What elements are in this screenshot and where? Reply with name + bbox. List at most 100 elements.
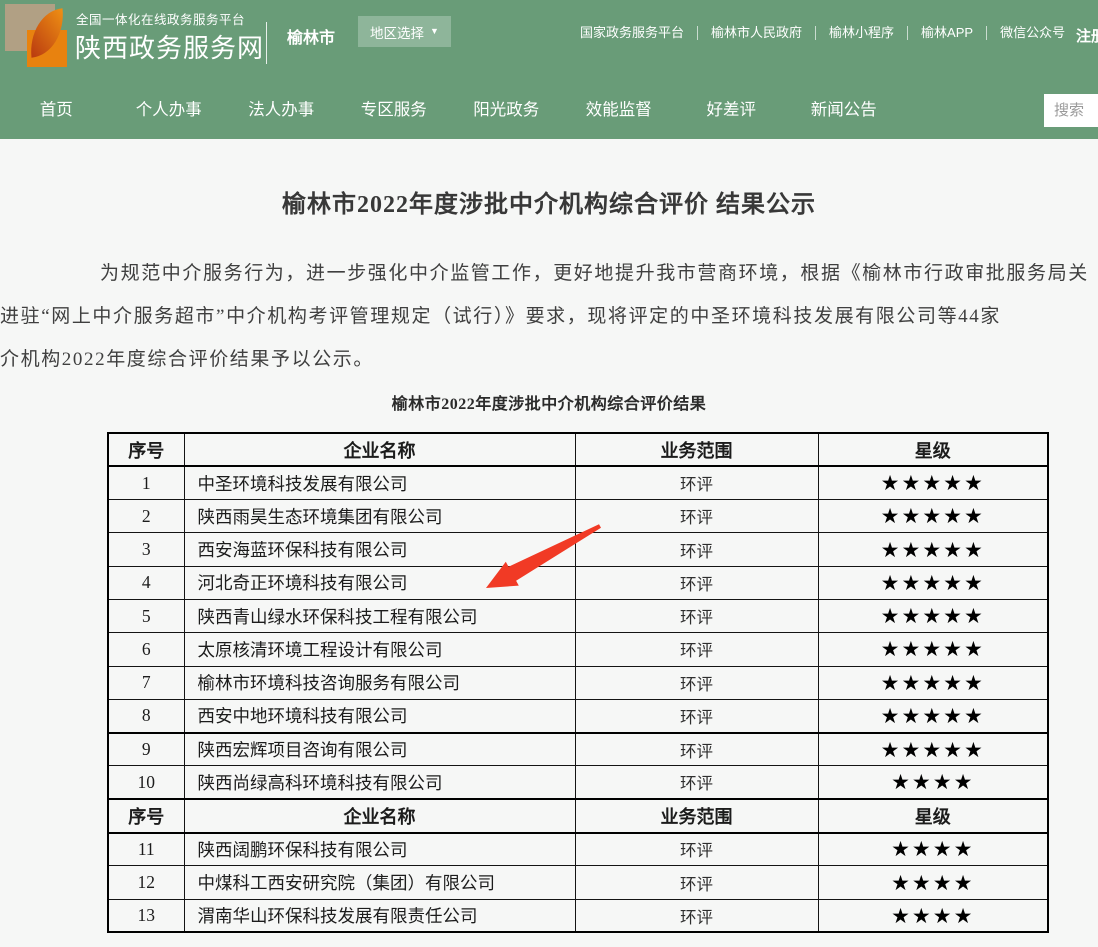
row-number-cell: 11	[108, 833, 184, 866]
star-rating-cell: ★★★★★	[818, 733, 1048, 766]
table-header-row: 序号企业名称业务范围星级	[108, 433, 1048, 466]
nav-item-2[interactable]: 个人办事	[113, 82, 226, 139]
table-row: 4河北奇正环境科技有限公司环评★★★★★	[108, 566, 1048, 599]
row-number-cell: 5	[108, 599, 184, 632]
business-scope-cell: 环评	[575, 699, 818, 732]
header-quick-link[interactable]: 国家政务服务平台	[567, 26, 698, 40]
current-city-label: 榆林市	[287, 24, 335, 48]
nav-item-3[interactable]: 法人办事	[225, 82, 338, 139]
star-rating-cell: ★★★★	[818, 766, 1048, 799]
business-scope-cell: 环评	[575, 866, 818, 899]
header-divider	[266, 22, 267, 64]
column-header: 业务范围	[575, 433, 818, 466]
site-logo-icon[interactable]	[5, 4, 73, 72]
column-header: 星级	[818, 433, 1048, 466]
table-row: 13渭南华山环保科技发展有限责任公司环评★★★★	[108, 899, 1048, 932]
business-scope-cell: 环评	[575, 733, 818, 766]
company-name-cell: 太原核清环境工程设计有限公司	[184, 633, 575, 666]
nav-item-4[interactable]: 专区服务	[338, 82, 451, 139]
region-selector-label: 地区选择	[370, 22, 424, 42]
row-number-cell: 8	[108, 699, 184, 732]
company-name-cell: 榆林市环境科技咨询服务有限公司	[184, 666, 575, 699]
business-scope-cell: 环评	[575, 766, 818, 799]
row-number-cell: 4	[108, 566, 184, 599]
column-header: 序号	[108, 433, 184, 466]
nav-item-1[interactable]: 首页	[0, 82, 113, 139]
paragraph-line: 进驻“网上中介服务超市”中介机构考评管理规定（试行）》要求，现将评定的中圣环境科…	[0, 295, 1098, 338]
register-link[interactable]: 注册	[1076, 25, 1098, 46]
company-name-cell: 陕西宏辉项目咨询有限公司	[184, 733, 575, 766]
company-name-cell: 陕西阔鹏环保科技有限公司	[184, 833, 575, 866]
company-name-cell: 河北奇正环境科技有限公司	[184, 566, 575, 599]
row-number-cell: 9	[108, 733, 184, 766]
table-row: 6太原核清环境工程设计有限公司环评★★★★★	[108, 633, 1048, 666]
page-title: 榆林市2022年度涉批中介机构综合评价 结果公示	[0, 184, 1098, 219]
header-quick-link[interactable]: 榆林APP	[908, 26, 987, 40]
site-name: 陕西政务服务网	[75, 28, 264, 65]
table-row: 11陕西阔鹏环保科技有限公司环评★★★★	[108, 833, 1048, 866]
star-rating-cell: ★★★★	[818, 833, 1048, 866]
announcement-paragraph: 为规范中介服务行为，进一步强化中介监管工作，更好地提升我市营商环境，根据《榆林市…	[0, 252, 1098, 381]
star-rating-cell: ★★★★★	[818, 633, 1048, 666]
header-quick-link[interactable]: 微信公众号	[987, 26, 1078, 40]
star-rating-cell: ★★★★★	[818, 666, 1048, 699]
column-header: 企业名称	[184, 799, 575, 832]
paragraph-line: 介机构2022年度综合评价结果予以公示。	[0, 338, 1098, 381]
column-header: 企业名称	[184, 433, 575, 466]
nav-list: 首页个人办事法人办事专区服务阳光政务效能监督好差评新闻公告	[0, 82, 1098, 139]
row-number-cell: 7	[108, 666, 184, 699]
business-scope-cell: 环评	[575, 533, 818, 566]
business-scope-cell: 环评	[575, 666, 818, 699]
region-selector-button[interactable]: 地区选择 ▼	[358, 16, 451, 47]
business-scope-cell: 环评	[575, 599, 818, 632]
table-body: 序号企业名称业务范围星级1中圣环境科技发展有限公司环评★★★★★2陕西雨昊生态环…	[108, 433, 1048, 932]
column-header: 序号	[108, 799, 184, 832]
company-name-cell: 西安中地环境科技有限公司	[184, 699, 575, 732]
company-name-cell: 渭南华山环保科技发展有限责任公司	[184, 899, 575, 932]
star-rating-cell: ★★★★★	[818, 566, 1048, 599]
table-header-row: 序号企业名称业务范围星级	[108, 799, 1048, 832]
platform-tagline: 全国一体化在线政务服务平台	[76, 9, 245, 28]
company-name-cell: 中煤科工西安研究院（集团）有限公司	[184, 866, 575, 899]
star-rating-cell: ★★★★	[818, 866, 1048, 899]
business-scope-cell: 环评	[575, 833, 818, 866]
page: 全国一体化在线政务服务平台 陕西政务服务网 榆林市 地区选择 ▼ 国家政务服务平…	[0, 0, 1098, 947]
star-rating-cell: ★★★★	[818, 899, 1048, 932]
star-rating-cell: ★★★★★	[818, 533, 1048, 566]
row-number-cell: 3	[108, 533, 184, 566]
star-rating-cell: ★★★★★	[818, 500, 1048, 533]
nav-item-8[interactable]: 新闻公告	[788, 82, 901, 139]
paragraph-line: 为规范中介服务行为，进一步强化中介监管工作，更好地提升我市营商环境，根据《榆林市…	[0, 252, 1098, 295]
chevron-down-icon: ▼	[430, 27, 439, 36]
business-scope-cell: 环评	[575, 500, 818, 533]
company-name-cell: 陕西尚绿高科环境科技有限公司	[184, 766, 575, 799]
table-row: 5陕西青山绿水环保科技工程有限公司环评★★★★★	[108, 599, 1048, 632]
nav-item-6[interactable]: 效能监督	[563, 82, 676, 139]
table-row: 1中圣环境科技发展有限公司环评★★★★★	[108, 466, 1048, 499]
row-number-cell: 2	[108, 500, 184, 533]
business-scope-cell: 环评	[575, 899, 818, 932]
header-quick-link[interactable]: 榆林小程序	[816, 26, 908, 40]
table-row: 3西安海蓝环保科技有限公司环评★★★★★	[108, 533, 1048, 566]
main-nav: 首页个人办事法人办事专区服务阳光政务效能监督好差评新闻公告	[0, 82, 1098, 139]
table-row: 9陕西宏辉项目咨询有限公司环评★★★★★	[108, 733, 1048, 766]
company-name-cell: 陕西青山绿水环保科技工程有限公司	[184, 599, 575, 632]
nav-item-5[interactable]: 阳光政务	[450, 82, 563, 139]
table-row: 7榆林市环境科技咨询服务有限公司环评★★★★★	[108, 666, 1048, 699]
table-row: 10陕西尚绿高科环境科技有限公司环评★★★★	[108, 766, 1048, 799]
business-scope-cell: 环评	[575, 566, 818, 599]
company-name-cell: 中圣环境科技发展有限公司	[184, 466, 575, 499]
table-row: 12中煤科工西安研究院（集团）有限公司环评★★★★	[108, 866, 1048, 899]
company-name-cell: 西安海蓝环保科技有限公司	[184, 533, 575, 566]
site-header: 全国一体化在线政务服务平台 陕西政务服务网 榆林市 地区选择 ▼ 国家政务服务平…	[0, 0, 1098, 139]
nav-item-7[interactable]: 好差评	[675, 82, 788, 139]
table-row: 8西安中地环境科技有限公司环评★★★★★	[108, 699, 1048, 732]
row-number-cell: 6	[108, 633, 184, 666]
business-scope-cell: 环评	[575, 466, 818, 499]
company-name-cell: 陕西雨昊生态环境集团有限公司	[184, 500, 575, 533]
header-quick-link[interactable]: 榆林市人民政府	[698, 26, 816, 40]
business-scope-cell: 环评	[575, 633, 818, 666]
search-input[interactable]	[1044, 94, 1098, 127]
star-rating-cell: ★★★★★	[818, 599, 1048, 632]
table-caption: 榆林市2022年度涉批中介机构综合评价结果	[0, 390, 1098, 414]
